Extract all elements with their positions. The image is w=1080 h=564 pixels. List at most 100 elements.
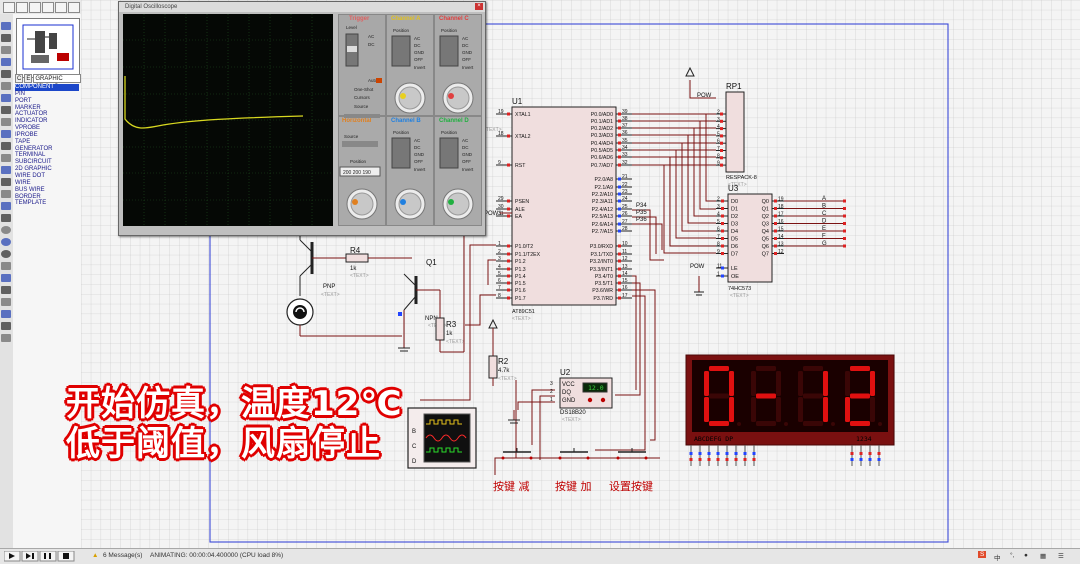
u3-text: <TEXT> — [730, 293, 749, 299]
menu-icon[interactable]: ☰ — [1058, 552, 1064, 560]
circle-icon[interactable] — [1, 226, 11, 234]
subcircuit-icon[interactable] — [1, 94, 11, 102]
arc-icon[interactable] — [1, 238, 11, 246]
label-icon[interactable] — [1, 58, 11, 66]
svg-text:OFF: OFF — [414, 159, 423, 164]
mode-item[interactable]: INDICATOR — [15, 118, 79, 125]
box-icon[interactable] — [1, 214, 11, 222]
minus-button-icon[interactable] — [587, 397, 593, 403]
channel-a-position[interactable] — [391, 35, 411, 67]
plus-button-icon[interactable] — [600, 397, 606, 403]
oscilloscope-titlebar[interactable]: Digital Oscilloscope × — [119, 2, 485, 12]
mode-item[interactable]: ACTUATOR — [15, 111, 79, 118]
mode-item[interactable]: BORDER — [15, 194, 79, 201]
u1-pin-num: 24 — [622, 196, 628, 202]
mode-tab-c[interactable]: C — [15, 74, 24, 83]
tape-icon[interactable] — [1, 142, 11, 150]
instrument-icon[interactable] — [1, 190, 11, 198]
mode-item[interactable]: GENERATOR — [15, 146, 79, 153]
pin-state-dot — [618, 259, 621, 263]
scope-symbol[interactable]: B C D — [407, 407, 477, 469]
rotate-ccw-icon[interactable] — [1, 310, 11, 318]
text-icon[interactable] — [1, 70, 11, 78]
bus-icon[interactable] — [1, 82, 11, 90]
ime-icon[interactable]: S — [978, 551, 987, 558]
u1-mcu[interactable]: U1 AT89C51 <TEXT> 19 XTAL1 1 8 XTAL2 9 RST 29 PS… — [496, 97, 632, 322]
mode-item[interactable]: WIRE DOT — [15, 173, 79, 180]
u3-ref: U3 — [728, 184, 739, 193]
auto-toggle[interactable] — [376, 78, 382, 83]
channel-c-position[interactable] — [439, 35, 459, 67]
svg-text:17: 17 — [778, 212, 784, 218]
mode-tabs: C E GRAPHIC STYLES — [15, 74, 81, 90]
rotate-cw-icon[interactable] — [1, 298, 11, 306]
generator-icon[interactable] — [1, 154, 11, 162]
oscilloscope-controls[interactable]: Level ACDC Auto One-Shot Cursors Source … — [338, 14, 484, 226]
ime-language[interactable]: 中 — [994, 552, 1001, 562]
u1-pin-name: P2.4/A12 — [592, 207, 613, 213]
mirror-y-icon[interactable] — [1, 334, 11, 342]
open-file-icon[interactable] — [16, 2, 28, 13]
mode-item[interactable]: SUBCIRCUIT — [15, 159, 79, 166]
mode-item[interactable]: TEMPLATE — [15, 200, 79, 207]
print-icon[interactable] — [68, 2, 80, 13]
mode-item[interactable]: TERMINAL — [15, 152, 79, 159]
component-icon[interactable] — [1, 34, 11, 42]
r4-ref: R4 — [350, 246, 361, 255]
overview-preview[interactable] — [16, 18, 80, 78]
select-icon[interactable] — [1, 22, 11, 30]
microphone-icon[interactable]: ● — [1024, 552, 1028, 559]
svg-text:D6: D6 — [731, 244, 738, 250]
terminal-icon[interactable] — [1, 106, 11, 114]
path-icon[interactable] — [1, 250, 11, 258]
symbol-icon[interactable] — [1, 274, 11, 282]
svg-text:7: 7 — [717, 234, 720, 240]
punctuation-icon[interactable]: °, — [1010, 552, 1014, 559]
u1-pin-num: 5 — [498, 271, 501, 277]
svg-text:2: 2 — [717, 110, 720, 116]
mode-item[interactable]: VPROBE — [15, 125, 79, 132]
mode-item[interactable]: WIRE — [15, 180, 79, 187]
channel-d-position[interactable] — [439, 137, 459, 169]
mode-item[interactable]: 2D GRAPHIC — [15, 166, 79, 173]
mode-item[interactable]: IPROBE — [15, 132, 79, 139]
text-tool-icon[interactable] — [1, 262, 11, 270]
svg-text:D3: D3 — [731, 222, 738, 228]
pause-button[interactable] — [39, 551, 57, 562]
u3-pow: POW — [690, 264, 705, 270]
pin-state-dot — [618, 192, 621, 196]
keyboard-icon[interactable]: ▦ — [1040, 552, 1046, 560]
simulation-controls[interactable] — [4, 551, 84, 562]
oscilloscope-window[interactable]: Digital Oscilloscope × Trigger Channel A… — [118, 1, 486, 236]
probe-icon[interactable] — [1, 166, 11, 174]
u1-pin-num: 27 — [622, 219, 628, 225]
line-icon[interactable] — [1, 202, 11, 210]
save-icon[interactable] — [29, 2, 41, 13]
mode-tab-e[interactable]: E — [24, 74, 33, 83]
mode-item[interactable]: MARKER — [15, 105, 79, 112]
messages-count[interactable]: 6 Message(s) — [103, 552, 142, 559]
mode-tab-graphic-styles[interactable]: GRAPHIC STYLES — [33, 74, 81, 90]
marker-icon[interactable] — [1, 286, 11, 294]
mode-item[interactable]: TAPE — [15, 139, 79, 146]
new-file-icon[interactable] — [3, 2, 15, 13]
mode-item[interactable]: PIN — [15, 91, 79, 98]
current-probe-icon[interactable] — [1, 178, 11, 186]
svg-text:OFF: OFF — [414, 57, 423, 62]
object-panel: C E GRAPHIC STYLES COMPONENTPINPORTMARKE… — [13, 14, 82, 548]
svg-text:6: 6 — [717, 227, 720, 233]
u1-pin-num: 19 — [498, 109, 504, 115]
svg-text:OFF: OFF — [462, 57, 471, 62]
mode-item[interactable]: BUS WIRE — [15, 187, 79, 194]
mode-item[interactable]: PORT — [15, 98, 79, 105]
export-icon[interactable] — [55, 2, 67, 13]
close-icon[interactable]: × — [475, 3, 483, 10]
channel-b-position[interactable] — [391, 137, 411, 169]
junction-icon[interactable] — [1, 46, 11, 54]
pin-icon[interactable] — [1, 118, 11, 126]
svg-text:GND: GND — [462, 50, 473, 55]
mirror-x-icon[interactable] — [1, 322, 11, 330]
graph-icon[interactable] — [1, 130, 11, 138]
import-icon[interactable] — [42, 2, 54, 13]
mode-item[interactable]: COMPONENT — [15, 84, 79, 91]
